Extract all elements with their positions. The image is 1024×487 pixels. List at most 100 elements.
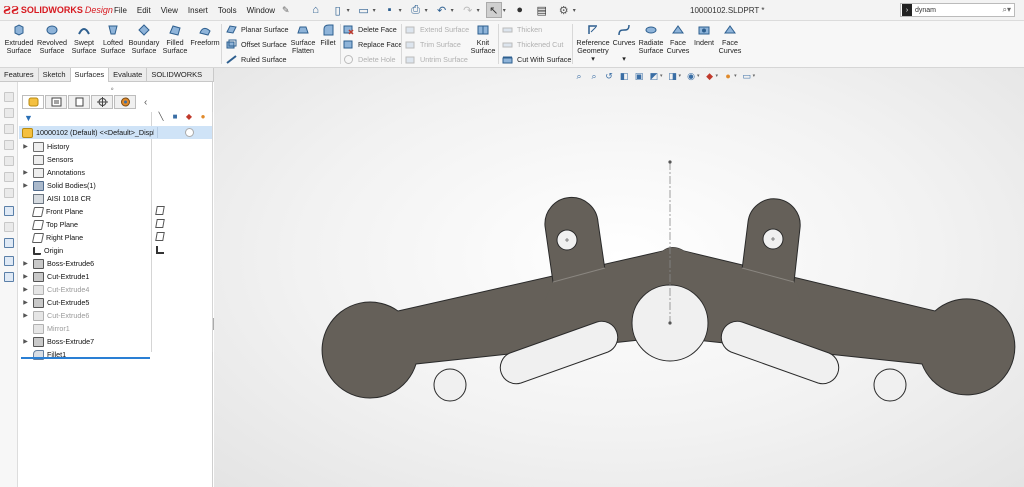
hide-show-column-icon[interactable]: ╲ xyxy=(155,112,167,123)
toolbar-icon[interactable] xyxy=(4,92,14,102)
traffic-light-icon[interactable]: ● xyxy=(512,2,528,18)
menu-tools[interactable]: Tools xyxy=(213,6,242,15)
planar-surface-button[interactable]: Planar Surface xyxy=(226,24,289,35)
knit-surface-button[interactable]: Knit Surface xyxy=(470,23,496,55)
expand-arrow-icon[interactable]: ▶ xyxy=(21,260,30,267)
dimxpert-tab-icon[interactable] xyxy=(91,95,113,109)
tree-item-sensors[interactable]: Sensors xyxy=(18,153,151,166)
part-model[interactable] xyxy=(214,68,1024,487)
app-logo[interactable]: ƧƧ SOLIDWORKS Design xyxy=(3,4,113,17)
chevron-down-icon[interactable]: ▾ xyxy=(591,54,595,63)
lofted-surface-button[interactable]: Lofted Surface xyxy=(99,23,127,55)
tree-item-material[interactable]: AISI 1018 CR xyxy=(18,192,151,205)
thicken-button[interactable]: Thicken xyxy=(502,24,542,35)
tree-item-fillet1[interactable]: Fillet1 xyxy=(18,348,151,361)
right-plane-visibility-icon[interactable] xyxy=(155,232,165,241)
save-icon[interactable]: ▪ xyxy=(382,2,398,18)
select-dropdown-icon[interactable]: ▾ xyxy=(503,7,506,14)
scene-column-icon[interactable]: ● xyxy=(197,112,209,123)
search-input[interactable]: › dynam ⌕▾ xyxy=(900,3,1015,17)
tree-item-cut-extrude4[interactable]: ▶ Cut-Extrude4 xyxy=(18,283,151,296)
search-icon[interactable]: ⌕▾ xyxy=(1003,5,1012,15)
top-plane-visibility-icon[interactable] xyxy=(155,219,165,228)
thickened-cut-button[interactable]: Thickened Cut xyxy=(502,39,563,50)
toolbar-icon[interactable] xyxy=(4,156,14,166)
toolbar-icon[interactable] xyxy=(4,222,14,232)
boundary-surface-button[interactable]: Boundary Surface xyxy=(128,23,160,55)
tab-surfaces[interactable]: Surfaces xyxy=(70,68,110,82)
radiate-surface-button[interactable]: Radiate Surface xyxy=(638,23,664,55)
trim-surface-button[interactable]: Trim Surface xyxy=(405,39,461,50)
menu-file[interactable]: File xyxy=(109,6,132,15)
file-properties-icon[interactable]: ▤ xyxy=(534,2,550,18)
new-dropdown-icon[interactable]: ▾ xyxy=(347,7,350,14)
expand-arrow-icon[interactable]: ▶ xyxy=(21,286,30,293)
panel-grip-icon[interactable]: ∘ xyxy=(110,85,114,93)
cut-with-surface-button[interactable]: Cut With Surface xyxy=(502,54,571,65)
collapse-chevron-icon[interactable]: ‹ xyxy=(144,97,147,108)
offset-surface-button[interactable]: Offset Surface xyxy=(226,39,287,50)
undo-dropdown-icon[interactable]: ▾ xyxy=(451,7,454,14)
print-dropdown-icon[interactable]: ▾ xyxy=(425,7,428,14)
filled-surface-button[interactable]: Filled Surface xyxy=(162,23,188,55)
face-curves-button[interactable]: Face Curves xyxy=(666,23,690,55)
tree-item-origin[interactable]: Origin xyxy=(18,244,151,257)
toolbar-icon[interactable] xyxy=(4,124,14,134)
tree-item-boss-extrude6[interactable]: ▶ Boss-Extrude6 xyxy=(18,257,151,270)
tree-item-solid-bodies[interactable]: ▶ Solid Bodies(1) xyxy=(18,179,151,192)
tree-item-history[interactable]: ▶ History xyxy=(18,140,151,153)
fillet-button[interactable]: Fillet xyxy=(318,23,338,47)
menu-window[interactable]: Window xyxy=(242,6,280,15)
toolbar-icon[interactable] xyxy=(4,272,14,282)
expand-arrow-icon[interactable]: ▶ xyxy=(21,299,30,306)
freeform-button[interactable]: Freeform xyxy=(190,23,220,47)
face-curves-button-2[interactable]: Face Curves xyxy=(718,23,742,55)
expand-arrow-icon[interactable]: ▶ xyxy=(21,169,30,176)
menu-view[interactable]: View xyxy=(156,6,183,15)
tree-item-front-plane[interactable]: Front Plane xyxy=(18,205,151,218)
home-icon[interactable]: ⌂ xyxy=(308,2,324,18)
redo-dropdown-icon[interactable]: ▾ xyxy=(477,7,480,14)
tab-sketch[interactable]: Sketch xyxy=(39,68,71,82)
surface-flatten-button[interactable]: Surface Flatten xyxy=(289,23,317,55)
expand-arrow-icon[interactable]: ▶ xyxy=(21,338,30,345)
save-dropdown-icon[interactable]: ▾ xyxy=(399,7,402,14)
undo-icon[interactable]: ↶ xyxy=(434,2,450,18)
display-state-icon[interactable] xyxy=(185,128,194,137)
print-icon[interactable]: ⎙ xyxy=(408,2,424,18)
expand-arrow-icon[interactable]: ▶ xyxy=(21,182,30,189)
tree-item-top-plane[interactable]: Top Plane xyxy=(18,218,151,231)
rollback-bar[interactable] xyxy=(21,357,150,359)
replace-face-button[interactable]: Replace Face xyxy=(343,39,402,50)
menu-edit[interactable]: Edit xyxy=(132,6,156,15)
select-pointer-icon[interactable]: ↖ xyxy=(485,2,502,18)
expand-arrow-icon[interactable]: ▶ xyxy=(21,312,30,319)
menu-insert[interactable]: Insert xyxy=(183,6,213,15)
delete-face-button[interactable]: Delete Face xyxy=(343,24,397,35)
indent-button[interactable]: Indent xyxy=(692,23,716,47)
options-gear-icon[interactable]: ⚙ xyxy=(556,2,572,18)
ruled-surface-button[interactable]: Ruled Surface xyxy=(226,54,287,65)
filter-icon[interactable]: ▼ xyxy=(24,113,33,123)
swept-surface-button[interactable]: Swept Surface xyxy=(70,23,98,55)
delete-hole-button[interactable]: Delete Hole xyxy=(343,54,396,65)
propertymanager-tab-icon[interactable] xyxy=(45,95,67,109)
origin-visibility-icon[interactable] xyxy=(156,246,164,254)
toolbar-icon[interactable] xyxy=(4,172,14,182)
toolbar-icon[interactable] xyxy=(4,140,14,150)
new-document-icon[interactable]: ▯ xyxy=(330,2,346,18)
tab-addins[interactable]: SOLIDWORKS Add-Ins xyxy=(147,68,214,92)
toolbar-icon[interactable] xyxy=(4,188,14,198)
revolved-surface-button[interactable]: Revolved Surface xyxy=(36,23,68,55)
display-manager-tab-icon[interactable] xyxy=(114,95,136,109)
front-plane-visibility-icon[interactable] xyxy=(155,206,165,215)
display-mode-column-icon[interactable]: ■ xyxy=(169,112,181,123)
toolbar-icon[interactable] xyxy=(4,256,14,266)
right-end-hole[interactable] xyxy=(873,368,907,402)
search-command-icon[interactable]: › xyxy=(902,4,912,16)
expand-arrow-icon[interactable]: ▶ xyxy=(21,273,30,280)
expand-arrow-icon[interactable]: ▶ xyxy=(21,143,30,150)
featuremanager-tab-icon[interactable] xyxy=(22,95,44,109)
tree-item-annotations[interactable]: ▶ Annotations xyxy=(18,166,151,179)
curves-button[interactable]: Curves ▾ xyxy=(612,23,636,63)
